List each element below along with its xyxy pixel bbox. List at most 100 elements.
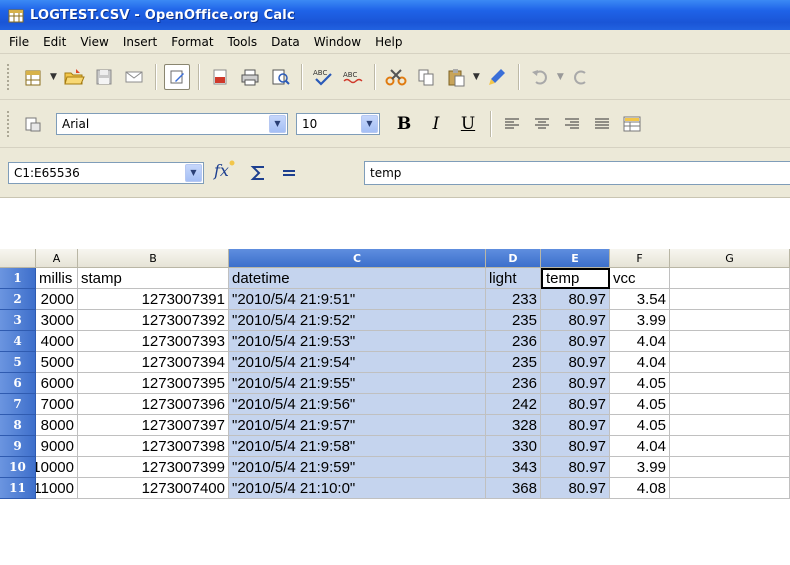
name-box[interactable]: C1:E65536 ▼ — [8, 161, 204, 184]
page-preview-icon[interactable] — [267, 64, 293, 90]
menu-help[interactable]: Help — [368, 35, 409, 49]
paste-dropdown-icon[interactable]: ▼ — [473, 72, 480, 82]
cell-a4[interactable]: 4000 — [36, 331, 78, 352]
cell-f3[interactable]: 3.99 — [610, 310, 670, 331]
cell-c6[interactable]: "2010/5/4 21:9:55" — [229, 373, 486, 394]
font-size-combo[interactable]: 10 ▼ — [296, 112, 380, 135]
cell-f1[interactable]: vcc — [610, 268, 670, 289]
align-left-icon[interactable] — [499, 111, 525, 137]
cell-d3[interactable]: 235 — [486, 310, 541, 331]
align-center-icon[interactable] — [529, 111, 555, 137]
row-header[interactable]: 11 — [0, 478, 36, 499]
menu-data[interactable]: Data — [264, 35, 307, 49]
cell-d6[interactable]: 236 — [486, 373, 541, 394]
menu-insert[interactable]: Insert — [116, 35, 164, 49]
justify-icon[interactable] — [589, 111, 615, 137]
cell-e2[interactable]: 80.97 — [541, 289, 610, 310]
cell-e6[interactable]: 80.97 — [541, 373, 610, 394]
cell-g5[interactable] — [670, 352, 790, 373]
cell-b7[interactable]: 1273007396 — [78, 394, 229, 415]
column-header-d[interactable]: D — [486, 249, 541, 268]
cell-c7[interactable]: "2010/5/4 21:9:56" — [229, 394, 486, 415]
formula-input[interactable]: temp — [364, 161, 790, 185]
italic-icon[interactable]: I — [424, 112, 448, 136]
cell-d9[interactable]: 330 — [486, 436, 541, 457]
cell-a7[interactable]: 7000 — [36, 394, 78, 415]
cell-f8[interactable]: 4.05 — [610, 415, 670, 436]
cell-a11[interactable]: 11000 — [36, 478, 78, 499]
email-icon[interactable] — [121, 64, 147, 90]
cell-g3[interactable] — [670, 310, 790, 331]
cell-a1[interactable]: millis — [36, 268, 78, 289]
clone-formatting-icon[interactable] — [484, 64, 510, 90]
chevron-down-icon[interactable]: ▼ — [185, 163, 202, 182]
column-header-a[interactable]: A — [36, 249, 78, 268]
new-document-icon[interactable] — [20, 64, 46, 90]
cell-e8[interactable]: 80.97 — [541, 415, 610, 436]
cell-f5[interactable]: 4.04 — [610, 352, 670, 373]
cell-f10[interactable]: 3.99 — [610, 457, 670, 478]
row-header[interactable]: 7 — [0, 394, 36, 415]
cell-g7[interactable] — [670, 394, 790, 415]
cell-b8[interactable]: 1273007397 — [78, 415, 229, 436]
cell-g1[interactable] — [670, 268, 790, 289]
sum-icon[interactable] — [246, 160, 272, 186]
cell-b9[interactable]: 1273007398 — [78, 436, 229, 457]
cell-c4[interactable]: "2010/5/4 21:9:53" — [229, 331, 486, 352]
cell-f6[interactable]: 4.05 — [610, 373, 670, 394]
cell-d10[interactable]: 343 — [486, 457, 541, 478]
cell-d1[interactable]: light — [486, 268, 541, 289]
menu-view[interactable]: View — [73, 35, 115, 49]
cell-a3[interactable]: 3000 — [36, 310, 78, 331]
menu-file[interactable]: File — [2, 35, 36, 49]
column-header-e[interactable]: E — [541, 249, 610, 268]
align-right-icon[interactable] — [559, 111, 585, 137]
underline-icon[interactable]: U — [456, 112, 480, 136]
cell-f7[interactable]: 4.05 — [610, 394, 670, 415]
cell-f11[interactable]: 4.08 — [610, 478, 670, 499]
column-header-b[interactable]: B — [78, 249, 229, 268]
column-header-g[interactable]: G — [670, 249, 790, 268]
menu-tools[interactable]: Tools — [221, 35, 265, 49]
cell-e11[interactable]: 80.97 — [541, 478, 610, 499]
spellcheck-icon[interactable]: ABC — [310, 64, 336, 90]
row-header[interactable]: 8 — [0, 415, 36, 436]
cell-e3[interactable]: 80.97 — [541, 310, 610, 331]
styles-formatting-icon[interactable] — [20, 111, 46, 137]
cell-g4[interactable] — [670, 331, 790, 352]
equals-icon[interactable] — [276, 160, 302, 186]
cell-d2[interactable]: 233 — [486, 289, 541, 310]
save-icon[interactable] — [91, 64, 117, 90]
row-header[interactable]: 3 — [0, 310, 36, 331]
cell-b11[interactable]: 1273007400 — [78, 478, 229, 499]
row-header[interactable]: 6 — [0, 373, 36, 394]
cell-b6[interactable]: 1273007395 — [78, 373, 229, 394]
print-icon[interactable] — [237, 64, 263, 90]
select-all-corner[interactable] — [0, 249, 36, 268]
row-header[interactable]: 5 — [0, 352, 36, 373]
cell-g11[interactable] — [670, 478, 790, 499]
chevron-down-icon[interactable]: ▼ — [361, 114, 378, 133]
cell-g9[interactable] — [670, 436, 790, 457]
cell-c11[interactable]: "2010/5/4 21:10:0" — [229, 478, 486, 499]
cell-a10[interactable]: 10000 — [36, 457, 78, 478]
cell-e10[interactable]: 80.97 — [541, 457, 610, 478]
cell-c9[interactable]: "2010/5/4 21:9:58" — [229, 436, 486, 457]
menu-edit[interactable]: Edit — [36, 35, 73, 49]
cell-f2[interactable]: 3.54 — [610, 289, 670, 310]
cell-d8[interactable]: 328 — [486, 415, 541, 436]
menu-format[interactable]: Format — [164, 35, 220, 49]
cell-e5[interactable]: 80.97 — [541, 352, 610, 373]
cell-a8[interactable]: 8000 — [36, 415, 78, 436]
cell-g10[interactable] — [670, 457, 790, 478]
function-wizard-icon[interactable]: fx — [212, 159, 236, 186]
cell-e7[interactable]: 80.97 — [541, 394, 610, 415]
cell-b4[interactable]: 1273007393 — [78, 331, 229, 352]
autospellcheck-icon[interactable]: ABC — [340, 64, 366, 90]
cell-c8[interactable]: "2010/5/4 21:9:57" — [229, 415, 486, 436]
cell-c5[interactable]: "2010/5/4 21:9:54" — [229, 352, 486, 373]
chevron-down-icon[interactable]: ▼ — [269, 114, 286, 133]
menu-window[interactable]: Window — [307, 35, 368, 49]
cell-g6[interactable] — [670, 373, 790, 394]
merge-cells-icon[interactable] — [619, 111, 645, 137]
